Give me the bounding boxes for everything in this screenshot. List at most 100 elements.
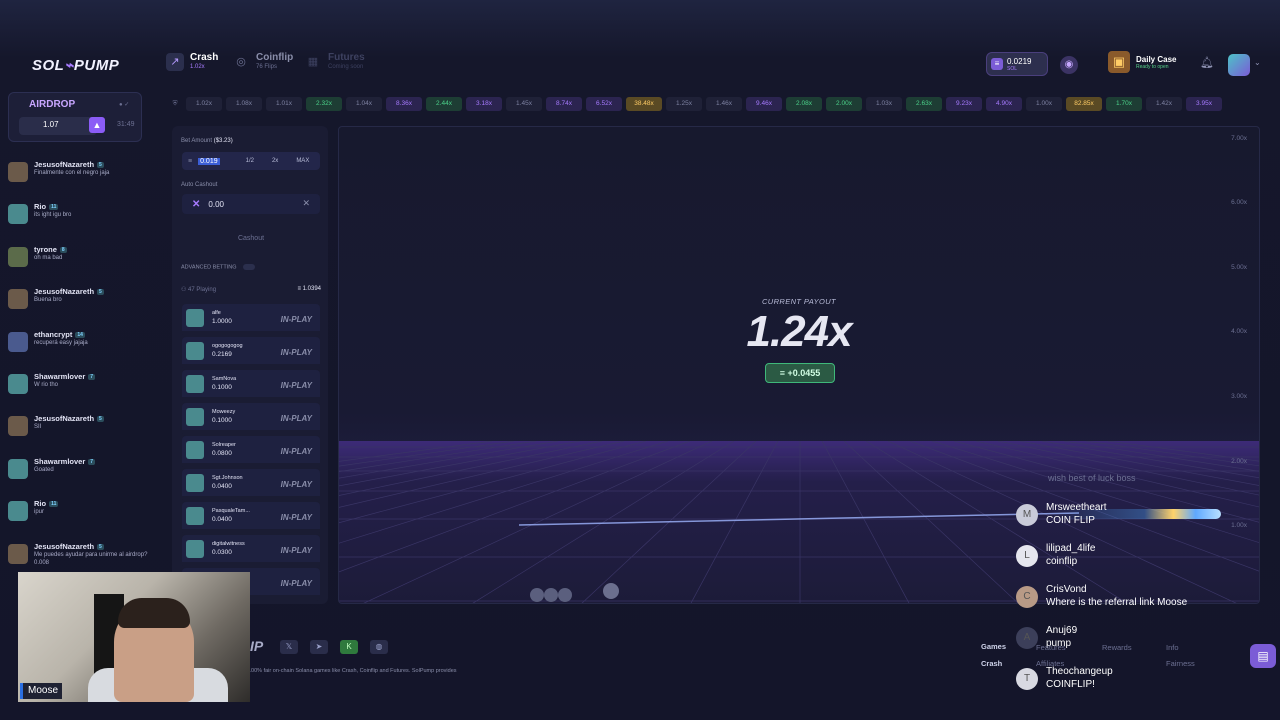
discord-icon[interactable]: ◍ (370, 640, 388, 654)
player-row[interactable]: Moweezy 0.1000 IN-PLAY (182, 403, 320, 436)
chat-username[interactable]: Shawarmlover 7 (34, 372, 96, 381)
player-row[interactable]: digitalwitness 0.0300 IN-PLAY (182, 535, 320, 568)
chat-avatar[interactable] (8, 458, 28, 479)
clear-icon[interactable]: ✕ (302, 198, 310, 209)
chat-username[interactable]: Rio 11 (34, 499, 59, 508)
history-multiplier[interactable]: 1.01x (266, 97, 302, 111)
double-button[interactable]: 2x (272, 158, 278, 164)
top-bar: SOL⌁PUMP ↗ Crash 1.02x ◎ Coinflip 76 Fli… (0, 46, 1280, 86)
app-root: SOL⌁PUMP ↗ Crash 1.02x ◎ Coinflip 76 Fli… (0, 0, 1280, 720)
player-row[interactable]: Sgt.Johnson 0.0400 IN-PLAY (182, 469, 320, 502)
history-multiplier[interactable]: 1.02x (186, 97, 222, 111)
history-multiplier[interactable]: 2.44x (426, 97, 462, 111)
history-multiplier[interactable]: 1.00x (1026, 97, 1062, 111)
nav-futures[interactable]: ▦ Futures Coming soon (304, 52, 365, 71)
chat-avatar[interactable] (8, 331, 28, 352)
player-status: IN-PLAY (280, 513, 312, 522)
wallet-balance[interactable]: ≡ 0.0219 SOL (986, 52, 1048, 76)
chat-avatar[interactable] (8, 289, 28, 310)
chat-avatar[interactable] (8, 246, 28, 267)
shield-icon[interactable]: ⛨ (168, 97, 182, 111)
chat-toggle-icon[interactable]: ▤ (1250, 644, 1276, 668)
brand-logo[interactable]: SOL⌁PUMP (32, 56, 119, 74)
history-multiplier[interactable]: 4.90x (986, 97, 1022, 111)
history-multiplier[interactable]: 2.08x (786, 97, 822, 111)
player-row[interactable]: ogogogogog 0.2169 IN-PLAY (182, 337, 320, 370)
logo-suffix: PUMP (73, 57, 120, 74)
chat-avatar[interactable] (8, 501, 28, 522)
airdrop-widget[interactable]: AIRDROP ● ✓ 1.07 ▲ 31:49 (8, 92, 142, 142)
history-multiplier[interactable]: 9.23x (946, 97, 982, 111)
telegram-icon[interactable]: ➤ (310, 640, 328, 654)
history-multiplier[interactable]: 1.03x (866, 97, 902, 111)
player-row[interactable]: SamNova 0.1000 IN-PLAY (182, 370, 320, 403)
history-multiplier[interactable]: 2.00x (826, 97, 862, 111)
nav-crash[interactable]: ↗ Crash 1.02x (166, 52, 218, 71)
history-multiplier[interactable]: 2.32x (306, 97, 342, 111)
daily-case-button[interactable]: ▣ Daily Case Ready to open (1108, 51, 1176, 73)
chat-username[interactable]: JesusofNazareth 5 (34, 414, 104, 423)
advanced-betting-toggle[interactable]: ADVANCED BETTING (181, 264, 255, 270)
bet-amount-input[interactable]: ≡ 0.019 1/2 2x MAX (182, 152, 320, 170)
history-multiplier[interactable]: 38.48x (626, 97, 662, 111)
level-badge: 5 (97, 543, 104, 550)
x-twitter-icon[interactable]: 𝕏 (280, 640, 298, 654)
chat-username[interactable]: JesusofNazareth 5 (34, 160, 109, 169)
history-multiplier[interactable]: 1.04x (346, 97, 382, 111)
history-multiplier[interactable]: 1.42x (1146, 97, 1182, 111)
nav-coinflip[interactable]: ◎ Coinflip 76 Flips (232, 52, 293, 71)
chat-avatar[interactable] (8, 416, 28, 437)
chat-username[interactable]: Shawarmlover 7 (34, 457, 96, 466)
footer-link-fairness[interactable]: Fairness (1166, 659, 1195, 668)
player-avatar (186, 539, 204, 558)
history-multiplier[interactable]: 2.63x (906, 97, 942, 111)
level-badge: 14 (75, 331, 85, 338)
stream-chat-avatar: M (1016, 504, 1038, 526)
history-multiplier[interactable]: 1.46x (706, 97, 742, 111)
stream-chat-message: T Theochangeup COINFLIP! (1016, 666, 1256, 707)
player-row[interactable]: PasqualeTam... 0.0400 IN-PLAY (182, 502, 320, 535)
chat-avatar[interactable] (8, 162, 28, 182)
bell-icon[interactable]: 🔔︎ (1200, 56, 1214, 69)
chat-username[interactable]: ethancrypt 14 (34, 330, 88, 339)
history-multiplier[interactable]: 1.08x (226, 97, 262, 111)
multiplier-icon: ✕ (192, 198, 201, 210)
history-multiplier[interactable]: 3.18x (466, 97, 502, 111)
user-avatar[interactable] (1228, 54, 1250, 76)
level-badge: 5 (97, 289, 104, 296)
sol-coin-icon: ≡ (991, 58, 1003, 70)
max-button[interactable]: MAX (296, 158, 309, 164)
players-list: alfe 1.0000 IN-PLAY ogogogogog 0.2169 IN-PLAY… (182, 304, 320, 601)
history-multiplier[interactable]: 9.46x (746, 97, 782, 111)
chat-avatar[interactable] (8, 373, 28, 394)
bet-amount-usd: ($3.23) (213, 138, 233, 144)
auto-cashout-input[interactable]: ✕ 0.00 ✕ (182, 194, 320, 214)
history-multiplier[interactable]: 1.25x (666, 97, 702, 111)
chat-avatar[interactable] (8, 543, 28, 564)
chat-message: Rio 11 its ight igu bro (0, 202, 160, 244)
history-multiplier[interactable]: 1.45x (506, 97, 542, 111)
player-row[interactable]: alfe 1.0000 IN-PLAY (182, 304, 320, 337)
history-multiplier[interactable]: 8.36x (386, 97, 422, 111)
footer-link-affiliates[interactable]: Affiliates (1036, 659, 1064, 668)
wallet-icon[interactable]: ◉ (1060, 56, 1078, 74)
streamer-name-tag: Moose (20, 683, 62, 699)
chat-username[interactable]: JesusofNazareth 5 (34, 287, 104, 296)
history-multiplier[interactable]: 8.74x (546, 97, 582, 111)
player-row[interactable]: Solreaper 0.0800 IN-PLAY (182, 436, 320, 469)
history-multiplier[interactable]: 3.95x (1186, 97, 1222, 111)
history-multiplier[interactable]: 82.85x (1066, 97, 1102, 111)
history-multiplier[interactable]: 6.52x (586, 97, 622, 111)
chat-username[interactable]: JesusofNazareth 5 (34, 542, 160, 551)
chat-username[interactable]: tyrone 8 (34, 245, 67, 254)
kick-icon[interactable]: K (340, 640, 358, 654)
footer-link-crash[interactable]: Crash (981, 659, 1002, 668)
toggle-switch[interactable] (242, 264, 255, 270)
history-multiplier[interactable]: 1.70x (1106, 97, 1142, 111)
half-button[interactable]: 1/2 (246, 158, 254, 164)
player-avatar (186, 440, 204, 459)
chevron-down-icon[interactable]: ⌄ (1254, 58, 1261, 67)
cashout-button[interactable]: Cashout (182, 230, 320, 248)
chat-avatar[interactable] (8, 204, 28, 225)
chat-username[interactable]: Rio 11 (34, 202, 71, 211)
